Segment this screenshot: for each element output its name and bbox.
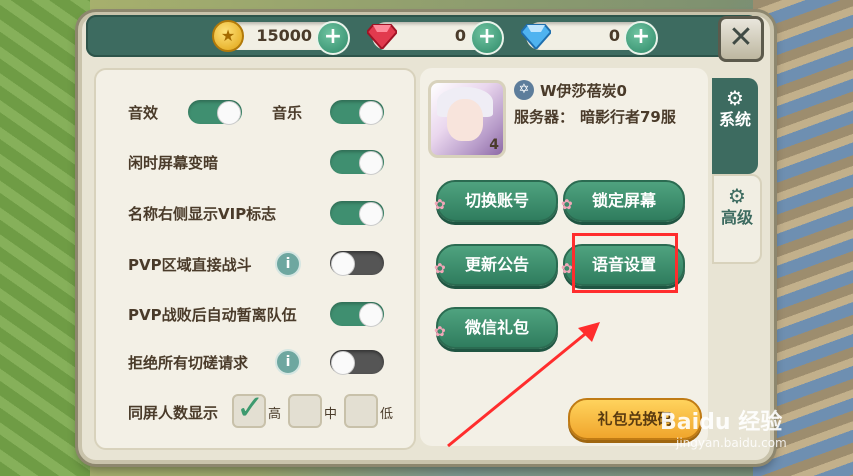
toggle-knob [331, 351, 355, 375]
gear-icon: ⚙ [726, 86, 744, 110]
vip-badge-toggle[interactable] [330, 201, 384, 226]
toggle-knob [359, 303, 383, 327]
flower-decoration-icon: ✿ [434, 197, 446, 213]
player-badge-icon: ✡ [514, 80, 534, 100]
player-avatar[interactable]: 4 [428, 80, 506, 158]
lock-screen-button[interactable]: 锁定屏幕 ✿ [561, 180, 685, 222]
pvp-leave-label: PVP战败后自动暂离队伍 [128, 306, 297, 324]
announcement-label: 更新公告 [464, 255, 529, 274]
tab-system[interactable]: ⚙ 系统 [712, 78, 758, 174]
announcement-button[interactable]: 更新公告 ✿ [434, 244, 558, 286]
sound-effects-toggle[interactable] [188, 100, 242, 125]
toggle-knob [359, 101, 383, 125]
server-name: 暗影行者79服 [580, 108, 676, 126]
reject-duel-info-icon[interactable]: i [275, 349, 301, 375]
toggle-knob [331, 252, 355, 276]
pvp-fight-info-icon[interactable]: i [275, 251, 301, 277]
flower-decoration-icon: ✿ [434, 324, 446, 340]
add-diamond-button[interactable]: + [624, 21, 658, 55]
players-display-label: 同屏人数显示 [128, 404, 219, 422]
close-button[interactable]: ✕ [718, 16, 764, 62]
game-background-left [0, 0, 90, 476]
server-label: 服务器： [514, 108, 575, 126]
gold-value: 15000 [256, 26, 312, 45]
wechat-gift-label: 微信礼包 [464, 318, 529, 337]
players-high-label: 高 [268, 407, 282, 422]
reject-duel-toggle[interactable] [330, 350, 384, 375]
players-high-checkbox[interactable]: ✓ [232, 388, 266, 428]
diamond-value: 0 [608, 26, 620, 45]
ruby-resource: 0 + [367, 21, 504, 55]
vip-badge-label: 名称右侧显示VIP标志 [128, 205, 277, 223]
music-toggle[interactable] [330, 100, 384, 125]
dim-idle-toggle[interactable] [330, 150, 384, 175]
diamond-resource: 0 + [521, 21, 658, 55]
sound-effects-label: 音效 [128, 104, 159, 122]
gold-resource: ★ 15000 + [212, 20, 350, 55]
toggle-knob [359, 202, 383, 226]
tab-advanced[interactable]: ⚙ 高级 [712, 174, 762, 264]
flower-decoration-icon: ✿ [561, 261, 573, 277]
player-name: W伊莎蓓炭0 [540, 82, 627, 100]
check-icon: ✓ [236, 388, 265, 428]
ruby-icon [364, 18, 400, 54]
highlight-annotation-box [572, 233, 678, 293]
tab-system-label: 系统 [718, 110, 751, 129]
switch-account-button[interactable]: 切换账号 ✿ [434, 180, 558, 222]
gear-icon: ⚙ [728, 184, 746, 208]
lock-screen-label: 锁定屏幕 [591, 191, 656, 210]
flower-decoration-icon: ✿ [561, 197, 573, 213]
add-ruby-button[interactable]: + [470, 21, 504, 55]
players-medium-checkbox[interactable] [288, 394, 322, 428]
avatar-face [447, 99, 483, 141]
tab-advanced-label: 高级 [720, 208, 753, 227]
wechat-gift-button[interactable]: 微信礼包 ✿ [434, 307, 558, 349]
add-gold-button[interactable]: + [316, 21, 350, 55]
watermark-url: jingyan.baidu.com [676, 436, 787, 450]
player-level: 4 [489, 137, 499, 153]
pvp-leave-toggle[interactable] [330, 302, 384, 327]
players-low-label: 低 [380, 407, 394, 422]
players-low-checkbox[interactable] [344, 394, 378, 428]
diamond-icon [518, 18, 554, 54]
toggle-knob [359, 151, 383, 175]
watermark-brand: Baidu 经验 [660, 410, 783, 435]
music-label: 音乐 [272, 104, 303, 122]
players-medium-label: 中 [324, 407, 338, 422]
ruby-value: 0 [454, 26, 466, 45]
flower-decoration-icon: ✿ [434, 261, 446, 277]
switch-account-label: 切换账号 [464, 191, 529, 210]
pvp-fight-toggle[interactable] [330, 251, 384, 276]
toggle-knob [217, 101, 241, 125]
dim-idle-label: 闲时屏幕变暗 [128, 154, 219, 172]
pvp-fight-label: PVP区域直接战斗 [128, 256, 252, 274]
reject-duel-label: 拒绝所有切磋请求 [128, 354, 249, 372]
gold-coin-icon: ★ [210, 18, 246, 54]
